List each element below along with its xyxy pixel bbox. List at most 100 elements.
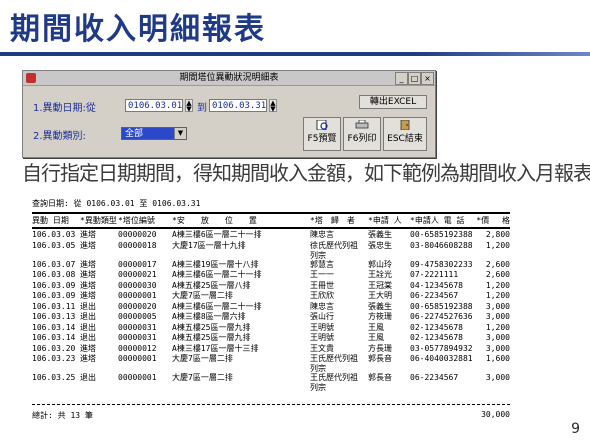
window-titlebar[interactable]: 期間塔位異動狀況明細表 _ □ × [23, 71, 435, 86]
row-slot: 00000001 [118, 354, 157, 363]
table-row: 106.03.09 進塔 00000001 大慶7區一層二排 王欣欣 王大明 06-2234… [32, 291, 510, 301]
row-slot: 00000031 [118, 322, 157, 332]
row-family: 王一一 [310, 270, 334, 279]
row-phone: 02-12345678 [410, 322, 463, 332]
date-range-label: 1.異動日期:從 [33, 103, 96, 114]
close-button[interactable]: × [421, 72, 434, 85]
row-date: 106.03.09 [32, 280, 76, 290]
row-slot: 00000020 [118, 230, 157, 239]
row-location: 大慶7區一層二排 [172, 354, 233, 363]
preview-button[interactable]: F5預覽 [303, 117, 341, 151]
row-location: 大慶7區一層二排 [172, 291, 233, 300]
row-date: 106.03.20 [32, 343, 76, 353]
preview-icon [316, 120, 328, 130]
change-type-value: 全部 [125, 129, 144, 139]
row-location: A棟三樓6區一層二十一排 [172, 230, 262, 239]
row-family: 徐氏歷代列祖 [310, 240, 358, 250]
row-family: 王明號 [310, 322, 334, 332]
row-phone: 06-2274527636 [410, 312, 473, 321]
page-number: 9 [571, 421, 580, 437]
report-top-rule [32, 212, 510, 214]
row-family: 王明號 [310, 333, 334, 342]
row-type: 進塔 [80, 291, 96, 300]
row-phone: 07-2221111 [410, 270, 459, 279]
row-date: 106.03.13 [32, 312, 76, 321]
row-location: A棟三樓6區一層二十一排 [172, 270, 262, 279]
table-row: 106.03.11 退出 00000020 A棟三樓6區一層二十一排 陳忠言 張義生 00-… [32, 302, 510, 312]
printer-icon [355, 120, 369, 129]
change-type-select[interactable]: 全部 ▼ [121, 127, 187, 140]
row-amount: 2,600 [485, 259, 510, 269]
row-location: 大慶7區一層二排 [172, 373, 233, 382]
row-amount: 2,600 [485, 270, 510, 279]
row-date: 106.03.08 [32, 270, 76, 279]
row-date: 106.03.07 [32, 259, 76, 269]
row-date: 106.03.14 [32, 333, 76, 342]
row-applicant: 王詮光 [368, 270, 392, 279]
chevron-down-icon[interactable]: ▼ [174, 128, 186, 139]
row-location: A棟三樓6區一層二十一排 [172, 301, 262, 311]
row-amount: 1,200 [485, 322, 510, 332]
date-from-input[interactable]: 0106.03.01 [125, 99, 183, 112]
row-location: A棟三樓8區一層六排 [172, 312, 246, 321]
row-phone: 06-4040032881 [410, 354, 473, 363]
row-family: 張山行 [310, 312, 334, 321]
table-row: 106.03.25 退出 00000001 大慶7區一層二排 王氏歷代列祖 郭長音 06-2… [32, 373, 510, 392]
row-applicant: 王風 [368, 322, 384, 332]
row-location: A棟五樓25區一層八排 [172, 280, 251, 290]
date-to-input[interactable]: 0106.03.31 [209, 99, 267, 112]
report-total-amount: 30,000 [481, 410, 510, 419]
row-amount: 1,200 [485, 280, 510, 290]
table-row: 106.03.14 退出 00000031 A棟五樓25區一層九排 王明號 王風 02-12… [32, 323, 510, 333]
row-type: 進塔 [80, 280, 96, 290]
print-button[interactable]: F6列印 [343, 117, 381, 151]
row-family-continued: 列宗 [310, 383, 326, 392]
row-phone: 02-12345678 [410, 333, 463, 342]
exit-button[interactable]: ESC結束 [383, 117, 427, 151]
row-type: 進塔 [80, 354, 96, 363]
table-row: 106.03.13 退出 00000005 A棟三樓8區一層六排 張山行 方筱珊 06-22… [32, 312, 510, 322]
exit-door-icon [400, 120, 410, 130]
row-applicant: 方長珊 [368, 343, 392, 353]
report-dialog-window: 期間塔位異動狀況明細表 _ □ × 1.異動日期:從 0106.03.01 ▲ ▼… [22, 70, 436, 158]
row-phone: 06-2234567 [410, 291, 459, 300]
report-bottom-rule [32, 404, 510, 405]
date-from-spinner[interactable]: ▲ ▼ [185, 99, 193, 113]
report-header-row: 異動 日期 *異動類型 *塔位編號 *安 放 位 置 *塔 歸 者 *申請 人 … [32, 216, 510, 226]
report-header-rule [32, 227, 510, 229]
row-date: 106.03.03 [32, 230, 76, 239]
row-slot: 00000031 [118, 333, 157, 342]
row-slot: 00000012 [118, 343, 157, 353]
row-applicant: 郭長音 [368, 373, 392, 382]
header-family: *塔 歸 者 [310, 216, 355, 225]
row-phone: 03-8046608288 [410, 240, 473, 250]
date-to-spinner[interactable]: ▲ ▼ [269, 99, 277, 113]
row-type: 進塔 [80, 230, 96, 239]
report-query-dates: 查詢日期: 從 0106.03.01 至 0106.03.31 [32, 199, 201, 208]
header-applicant: *申請 人 [368, 216, 402, 225]
minimize-button[interactable]: _ [395, 72, 408, 85]
row-type: 退出 [80, 312, 96, 321]
row-amount: 1,200 [485, 240, 510, 250]
maximize-button[interactable]: □ [408, 72, 421, 85]
window-title: 期間塔位異動狀況明細表 [179, 73, 279, 83]
row-amount: 3,000 [485, 301, 510, 311]
row-type: 進塔 [80, 240, 96, 250]
row-phone: 04-12345678 [410, 280, 463, 290]
export-excel-label: 轉出EXCEL [369, 97, 417, 107]
print-label: F6列印 [347, 134, 377, 144]
slide-caption: 自行指定日期期間，得知期間收入金額，如下範例為期間收入月報表 [22, 161, 590, 185]
row-phone: 00-6585192388 [410, 230, 473, 239]
row-type: 退出 [80, 333, 96, 342]
row-applicant: 張義生 [368, 301, 392, 311]
header-date: 異動 日期 [32, 216, 69, 225]
table-row: 106.03.09 進塔 00000030 A棟五樓25區一層八排 王冊世 王冠棠 04-1… [32, 281, 510, 291]
row-date: 106.03.14 [32, 322, 76, 332]
row-type: 退出 [80, 301, 96, 311]
row-date: 106.03.09 [32, 291, 76, 300]
slide-title: 期間收入明細報表 [10, 12, 266, 47]
table-row: 106.03.03 進塔 00000020 A棟三樓6區一層二十一排 陳忠言 張義生 00-… [32, 230, 510, 240]
export-excel-button[interactable]: 轉出EXCEL [359, 95, 427, 109]
income-report: 查詢日期: 從 0106.03.01 至 0106.03.31 異動 日期 *異… [32, 198, 510, 428]
row-applicant: 王風 [368, 333, 384, 342]
